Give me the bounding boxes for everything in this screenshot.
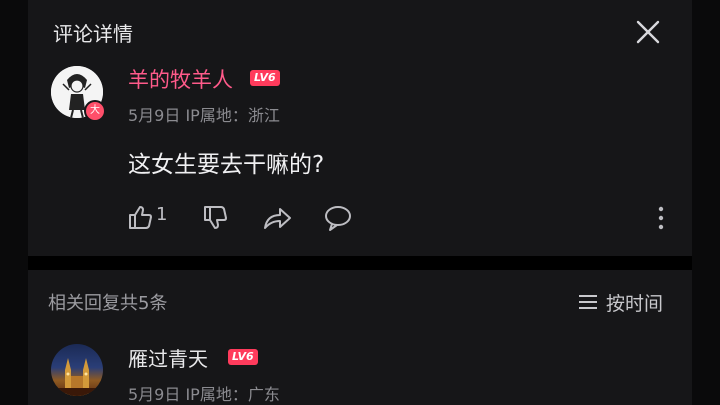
comment-meta: 5月9日 IP属地：浙江 bbox=[128, 106, 280, 125]
close-button[interactable] bbox=[632, 16, 664, 48]
like-count: 1 bbox=[156, 204, 168, 225]
share-icon bbox=[264, 208, 291, 229]
reply-username[interactable]: 雁过青天 bbox=[128, 343, 208, 372]
page-title: 评论详情 bbox=[53, 22, 133, 46]
close-icon bbox=[636, 20, 660, 44]
reply-level-badge: LV6 bbox=[228, 349, 258, 365]
share-button[interactable] bbox=[262, 204, 292, 236]
reply-avatar[interactable] bbox=[51, 344, 103, 396]
verified-badge: 大 bbox=[84, 100, 106, 122]
sort-label: 按时间 bbox=[606, 293, 664, 315]
comment-text: 这女生要去干嘛的? bbox=[128, 152, 325, 178]
sort-list-icon bbox=[578, 293, 598, 316]
comment-icon bbox=[325, 206, 351, 231]
more-options-button[interactable] bbox=[654, 205, 668, 231]
left-backdrop bbox=[0, 0, 28, 405]
thumbs-up-icon bbox=[129, 206, 152, 229]
like-button[interactable] bbox=[126, 203, 154, 235]
comment-username[interactable]: 羊的牧羊人 bbox=[128, 64, 233, 94]
level-badge: LV6 bbox=[250, 70, 280, 86]
replies-count: 相关回复共5条 bbox=[48, 293, 168, 314]
more-vertical-icon bbox=[658, 206, 664, 230]
avatar-photo bbox=[51, 358, 103, 396]
thumbs-down-icon bbox=[204, 206, 227, 229]
dislike-button[interactable] bbox=[201, 204, 229, 236]
right-backdrop bbox=[692, 0, 720, 405]
reply-button[interactable] bbox=[323, 204, 353, 236]
reply-meta: 5月9日 IP属地：广东 bbox=[128, 385, 280, 404]
section-divider bbox=[28, 256, 692, 270]
sort-button[interactable]: 按时间 bbox=[578, 289, 663, 316]
